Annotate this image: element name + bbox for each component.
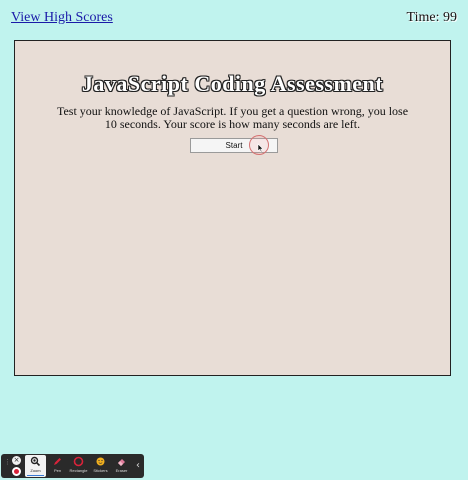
collapse-toolbar-icon[interactable]: ‹ — [134, 459, 142, 473]
mouse-cursor-icon — [257, 143, 264, 153]
quiz-title: JavaScript Coding Assessment — [81, 71, 384, 96]
tool-label: Stickers — [93, 468, 108, 473]
quiz-panel: JavaScript Coding Assessment Test your k… — [14, 40, 451, 376]
tool-eraser[interactable]: Eraser — [111, 455, 132, 477]
tool-rectangle[interactable]: Rectangle — [68, 455, 89, 477]
tool-label: Zoom — [30, 468, 41, 473]
eraser-icon — [111, 455, 132, 468]
pen-icon — [47, 455, 68, 468]
magnifier-icon — [25, 455, 46, 468]
sticker-icon — [90, 455, 111, 468]
view-high-scores-link[interactable]: View High Scores — [11, 10, 113, 26]
tool-label: Eraser — [115, 468, 128, 473]
timer-display: Time: 99 — [406, 10, 457, 25]
rectangle-icon — [68, 455, 89, 468]
tool-label: Rectangle — [69, 468, 88, 473]
tool-stickers[interactable]: Stickers — [90, 455, 111, 477]
record-icon[interactable] — [12, 467, 21, 476]
close-icon[interactable]: × — [12, 456, 21, 465]
annotation-toolbar: ⋮ × Zoom Pen Rectangle Stickers Eraser ‹ — [1, 454, 144, 478]
quiz-description: Test your knowledge of JavaScript. If yo… — [56, 104, 409, 131]
tool-label: Pen — [53, 468, 62, 473]
tool-pen[interactable]: Pen — [47, 455, 68, 477]
drag-handle-icon[interactable]: ⋮ — [4, 459, 11, 471]
tool-zoom[interactable]: Zoom — [25, 455, 46, 477]
